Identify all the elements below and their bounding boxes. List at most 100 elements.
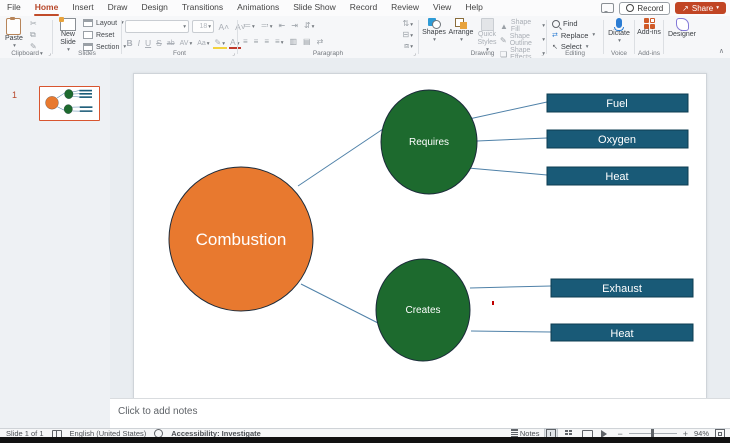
creates-label: Creates (405, 305, 440, 316)
change-case-button[interactable]: Aa (196, 40, 211, 47)
paragraph-dialog-launcher[interactable]: ⌟ (413, 50, 416, 57)
quick-styles-button[interactable]: Quick Styles (476, 18, 498, 53)
addins-button[interactable]: Add-ins (637, 18, 661, 37)
editing-buttons: Find ⇄Replace ↖Select (552, 19, 595, 51)
justify-icon[interactable]: ≡ (275, 37, 283, 46)
share-button[interactable]: ↗ Share ▾ (675, 2, 726, 14)
slide-thumbnail-panel: 1 (0, 58, 111, 428)
tab-draw[interactable]: Draw (101, 0, 135, 16)
record-button[interactable]: Record (619, 2, 670, 15)
new-slide-label: New Slide (56, 31, 80, 47)
arrange-icon (455, 18, 467, 29)
exhaust-label: Exhaust (602, 283, 642, 295)
reset-button[interactable]: Reset (83, 31, 114, 39)
character-spacing-button[interactable]: AV (178, 40, 194, 47)
clipboard-dialog-launcher[interactable]: ⌟ (48, 50, 51, 57)
paste-button[interactable]: Paste (5, 18, 23, 49)
drawing-dialog-launcher[interactable]: ⌟ (541, 50, 544, 57)
numbering-icon[interactable]: ≕ (261, 21, 273, 30)
reset-icon (83, 31, 93, 39)
copy-icon[interactable]: ⧉ (30, 30, 37, 40)
text-direction-icon[interactable]: ⇅ (403, 19, 413, 28)
oxygen-shape[interactable]: Oxygen (547, 130, 688, 148)
font-name-combo[interactable] (125, 20, 189, 33)
record-dot-icon (626, 4, 634, 12)
heat-requires-shape[interactable]: Heat (547, 167, 688, 185)
dictate-button[interactable]: Dictate (607, 18, 631, 44)
tab-transitions[interactable]: Transitions (175, 0, 230, 16)
paste-label: Paste (5, 35, 23, 43)
find-button[interactable]: Find (552, 19, 578, 28)
tab-record[interactable]: Record (343, 0, 384, 16)
tab-slide-show[interactable]: Slide Show (286, 0, 343, 16)
align-left-icon[interactable]: ≡ (243, 37, 248, 46)
wrap-icon[interactable]: ⇄ (317, 37, 324, 46)
designer-button[interactable]: Designer (667, 18, 697, 39)
slide-1-thumbnail[interactable] (39, 86, 100, 121)
increase-indent-icon[interactable]: ⇥ (291, 21, 298, 30)
columns-icon[interactable]: ▥ (289, 37, 297, 46)
notes-placeholder: Click to add notes (118, 406, 198, 417)
tab-insert[interactable]: Insert (65, 0, 100, 16)
decrease-indent-icon[interactable]: ⇤ (279, 21, 286, 30)
bullets-icon[interactable]: ≔ (243, 21, 255, 30)
group-slides: New Slide Layout Reset Section Slides (54, 16, 120, 58)
microphone-icon (616, 18, 622, 28)
addins-icon (644, 18, 655, 29)
fuel-label: Fuel (606, 98, 627, 110)
italic-button[interactable]: I (136, 38, 141, 48)
line-spacing-icon[interactable]: ⇵ (304, 21, 314, 30)
align-text-icon[interactable]: ⊟ (403, 30, 413, 39)
creates-shape[interactable]: Creates (376, 259, 470, 361)
comments-icon[interactable] (601, 3, 614, 13)
fuel-shape[interactable]: Fuel (547, 94, 688, 112)
font-size-value: 18 (199, 23, 207, 30)
heat-creates-label: Heat (610, 328, 633, 340)
tab-help[interactable]: Help (458, 0, 489, 16)
combustion-label: Combustion (196, 230, 287, 249)
bold-button[interactable]: B (125, 38, 134, 48)
tab-view[interactable]: View (426, 0, 458, 16)
tab-home[interactable]: Home (28, 0, 66, 16)
cut-icon[interactable]: ✂ (30, 19, 37, 28)
text-highlight-icon[interactable]: ▤ (303, 37, 311, 46)
tab-file[interactable]: File (0, 0, 28, 16)
strikethrough-button[interactable]: S (155, 38, 164, 48)
group-addins: Add-ins Add-ins (636, 16, 662, 58)
mind-map-diagram: Combustion Requires Creates Fuel Oxygen (134, 74, 706, 398)
replace-button[interactable]: ⇄Replace (552, 31, 595, 40)
underline-button[interactable]: U (144, 38, 153, 48)
tab-design[interactable]: Design (134, 0, 174, 16)
grow-font-icon[interactable]: A˄ (217, 22, 231, 32)
requires-shape[interactable]: Requires (381, 90, 477, 194)
slide-canvas[interactable]: Combustion Requires Creates Fuel Oxygen (133, 73, 707, 399)
align-right-icon[interactable]: ≡ (264, 37, 269, 46)
tab-review[interactable]: Review (384, 0, 426, 16)
exhaust-shape[interactable]: Exhaust (551, 279, 693, 297)
tab-animations[interactable]: Animations (230, 0, 286, 16)
shape-fill-button[interactable]: ▲Shape Fill (500, 19, 545, 33)
zoom-slider[interactable] (629, 433, 677, 434)
font-size-combo[interactable]: 18 (192, 20, 214, 33)
notes-pane[interactable]: Click to add notes (110, 398, 730, 428)
requires-label: Requires (409, 137, 449, 148)
shapes-label: Shapes (422, 29, 446, 37)
new-slide-button[interactable]: New Slide (56, 18, 80, 53)
align-center-icon[interactable]: ≡ (254, 37, 259, 46)
designer-icon (676, 18, 689, 31)
dictate-label: Dictate (608, 30, 630, 38)
shape-outline-icon: ✎ (500, 36, 507, 45)
layout-button[interactable]: Layout (83, 19, 124, 27)
combustion-shape[interactable]: Combustion (169, 167, 313, 311)
collapse-ribbon-icon[interactable]: ∧ (719, 47, 724, 55)
addins-group-label: Add-ins (636, 50, 662, 57)
powerpoint-window: File Home Insert Draw Design Transitions… (0, 0, 730, 443)
shapes-button[interactable]: Shapes (422, 18, 446, 43)
font-dialog-launcher[interactable]: ⌟ (232, 50, 235, 57)
shape-outline-button[interactable]: ✎Shape Outline (500, 33, 545, 47)
heat-creates-shape[interactable]: Heat (551, 324, 693, 341)
highlight-color-button[interactable]: ✎ (213, 38, 226, 49)
text-shadow-button[interactable]: ab (165, 40, 176, 47)
voice-group-label: Voice (605, 50, 633, 57)
arrange-button[interactable]: Arrange (448, 18, 474, 43)
